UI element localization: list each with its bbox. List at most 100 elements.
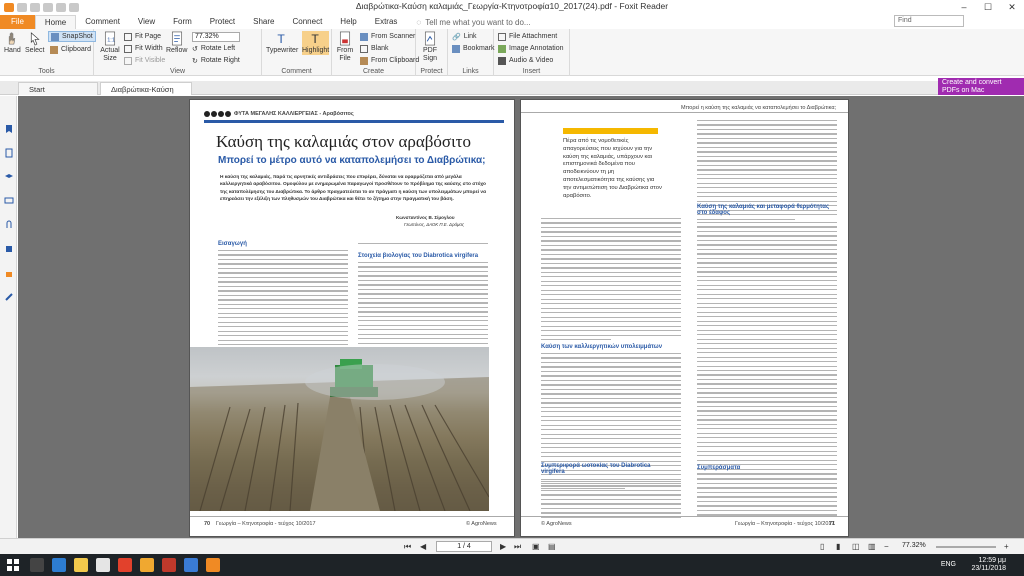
from-scanner-button[interactable]: From Scanner (360, 31, 415, 42)
language-indicator[interactable]: ENG (941, 561, 956, 568)
camera-icon (51, 32, 59, 41)
tab-protect[interactable]: Protect (201, 15, 244, 29)
task-view-icon[interactable] (30, 558, 44, 572)
from-file-icon (339, 31, 351, 46)
zoom-input[interactable]: 77.32% (192, 32, 240, 42)
last-page-icon[interactable]: ⏭ (514, 542, 521, 552)
svg-text:T: T (277, 32, 285, 46)
windows-start-icon[interactable] (6, 558, 20, 572)
reflow-button[interactable]: Reflow (166, 31, 187, 55)
article-photo (190, 347, 489, 511)
layers-icon[interactable] (4, 172, 14, 182)
word-icon[interactable] (184, 558, 198, 572)
continuous-facing-icon[interactable]: ▥ (868, 542, 876, 551)
blank-button[interactable]: Blank (360, 43, 389, 54)
store-icon[interactable] (96, 558, 110, 572)
maximize-icon[interactable]: ☐ (976, 0, 1000, 14)
fit-visible-icon (124, 56, 132, 65)
single-page-icon[interactable]: ▯ (820, 542, 824, 551)
comments-icon[interactable] (4, 196, 14, 206)
promo-banner[interactable]: Create and convert PDFs on Mac (938, 78, 1024, 95)
windows-taskbar: ENG 12:59 μμ 23/11/2018 (0, 554, 1024, 576)
actual-size-button[interactable]: 1:1 Actual Size (98, 31, 122, 63)
link-button[interactable]: 🔗 Link (452, 31, 477, 42)
opera-icon[interactable] (118, 558, 132, 572)
page-layout-icon[interactable]: ▤ (548, 542, 556, 551)
tab-comment[interactable]: Comment (76, 15, 129, 29)
fit-icon[interactable]: ▣ (532, 542, 540, 551)
signature-icon[interactable] (4, 244, 14, 254)
system-clock[interactable]: 12:59 μμ 23/11/2018 (971, 557, 1006, 573)
callout-bar (563, 128, 658, 134)
next-page-icon[interactable]: ▶ (500, 542, 506, 551)
foxit-taskbar-icon[interactable] (206, 558, 220, 572)
page-header: Μπορεί η καύση της καλαμιάς να καταπολεμ… (681, 105, 837, 111)
pdf-sign-button[interactable]: PDF Sign (422, 31, 438, 63)
tab-extras[interactable]: Extras (366, 15, 407, 29)
document-viewport[interactable]: ΦΥΤΑ ΜΕΓΑΛΗΣ ΚΑΛΛΙΕΡΓΕΙΑΣ - Αραβόσιτος Κ… (18, 96, 1024, 538)
continuous-icon[interactable]: ▮ (836, 542, 840, 551)
highlight-button[interactable]: T Highlight (302, 31, 330, 55)
group-insert: File Attachment Image Annotation Audio &… (494, 29, 570, 76)
fit-visible-button[interactable]: Fit Visible (124, 55, 165, 66)
foxit-reader-window: Διαβρώτικα-Καύση καλαμιάς_Γεωργία-Κτηνοτ… (0, 0, 1024, 576)
from-clipboard-button[interactable]: From Clipboard (360, 55, 419, 66)
navigation-panel (0, 96, 17, 546)
affiliation: Γεωπόνος, ΔΑΟΚ Π.Ε. Δράμας (404, 222, 465, 227)
fit-page-button[interactable]: Fit Page (124, 31, 161, 42)
tab-file[interactable]: File (0, 15, 35, 29)
bookmark-icon[interactable] (4, 124, 14, 134)
rotate-left-button[interactable]: ↺ Rotate Left (192, 43, 235, 54)
pages-icon[interactable] (4, 148, 14, 158)
rotate-left-icon: ↺ (192, 45, 198, 53)
attachments-icon[interactable] (4, 220, 14, 230)
tab-home[interactable]: Home (34, 15, 77, 29)
minimize-icon[interactable]: – (952, 0, 976, 14)
header-rule (204, 120, 504, 123)
zoom-slider[interactable] (936, 546, 996, 548)
first-page-icon[interactable]: ⏮ (404, 542, 411, 552)
prev-page-icon[interactable]: ◀ (420, 542, 426, 551)
footer-right: © AgroNews (466, 521, 497, 527)
audio-video-button[interactable]: Audio & Video (498, 55, 553, 66)
rotate-right-button[interactable]: ↻ Rotate Right (192, 55, 240, 66)
zoom-out-icon[interactable]: − (884, 542, 889, 551)
document-tabs: Start Διαβρώτικα-Καύση καλα...✕ (0, 81, 1024, 107)
group-comment: T Typewriter T Highlight Comment (262, 29, 332, 76)
fit-width-button[interactable]: Fit Width (124, 43, 163, 54)
tab-help[interactable]: Help (331, 15, 365, 29)
file-attachment-button[interactable]: File Attachment (498, 31, 557, 42)
facing-icon[interactable]: ◫ (852, 542, 860, 551)
tell-me-box[interactable]: ◌ Tell me what you want to do... (416, 15, 530, 29)
zoom-in-icon[interactable]: + (1004, 542, 1009, 551)
vivaldi-icon[interactable] (162, 558, 176, 572)
actual-size-icon: 1:1 (104, 31, 116, 46)
file-explorer-icon[interactable] (74, 558, 88, 572)
page-number-input[interactable]: 1 / 4 (436, 541, 492, 552)
body-text (358, 262, 488, 352)
tab-connect[interactable]: Connect (284, 15, 332, 29)
tab-form[interactable]: Form (164, 15, 201, 29)
edge-icon[interactable] (52, 558, 66, 572)
attachment-icon (498, 32, 506, 41)
bookmark-button[interactable]: Bookmark (452, 43, 495, 54)
tab-view[interactable]: View (129, 15, 164, 29)
tab-document[interactable]: Διαβρώτικα-Καύση καλα...✕ (100, 82, 192, 107)
chrome-icon[interactable] (140, 558, 154, 572)
section-heading: Συμπεράσματα (697, 465, 741, 471)
close-icon[interactable]: ✕ (1000, 0, 1024, 14)
tab-start[interactable]: Start (18, 82, 98, 95)
group-create: From File From Scanner Blank From Clipbo… (332, 29, 419, 76)
snapshot-button[interactable]: SnapShot (48, 31, 96, 42)
from-file-button[interactable]: From File (336, 31, 354, 63)
tab-share[interactable]: Share (244, 15, 283, 29)
clipboard-button[interactable]: Clipboard (50, 44, 91, 55)
select-button[interactable]: Select (25, 31, 44, 55)
typewriter-button[interactable]: T Typewriter (266, 31, 298, 55)
security-lock-icon[interactable] (4, 268, 14, 278)
tools-icon[interactable] (4, 292, 14, 302)
hand-button[interactable]: Hand (4, 31, 21, 55)
image-annotation-button[interactable]: Image Annotation (498, 43, 564, 54)
find-input[interactable]: Find (894, 15, 964, 27)
article-title: Καύση της καλαμιάς στον αραβόσιτο (216, 132, 471, 151)
